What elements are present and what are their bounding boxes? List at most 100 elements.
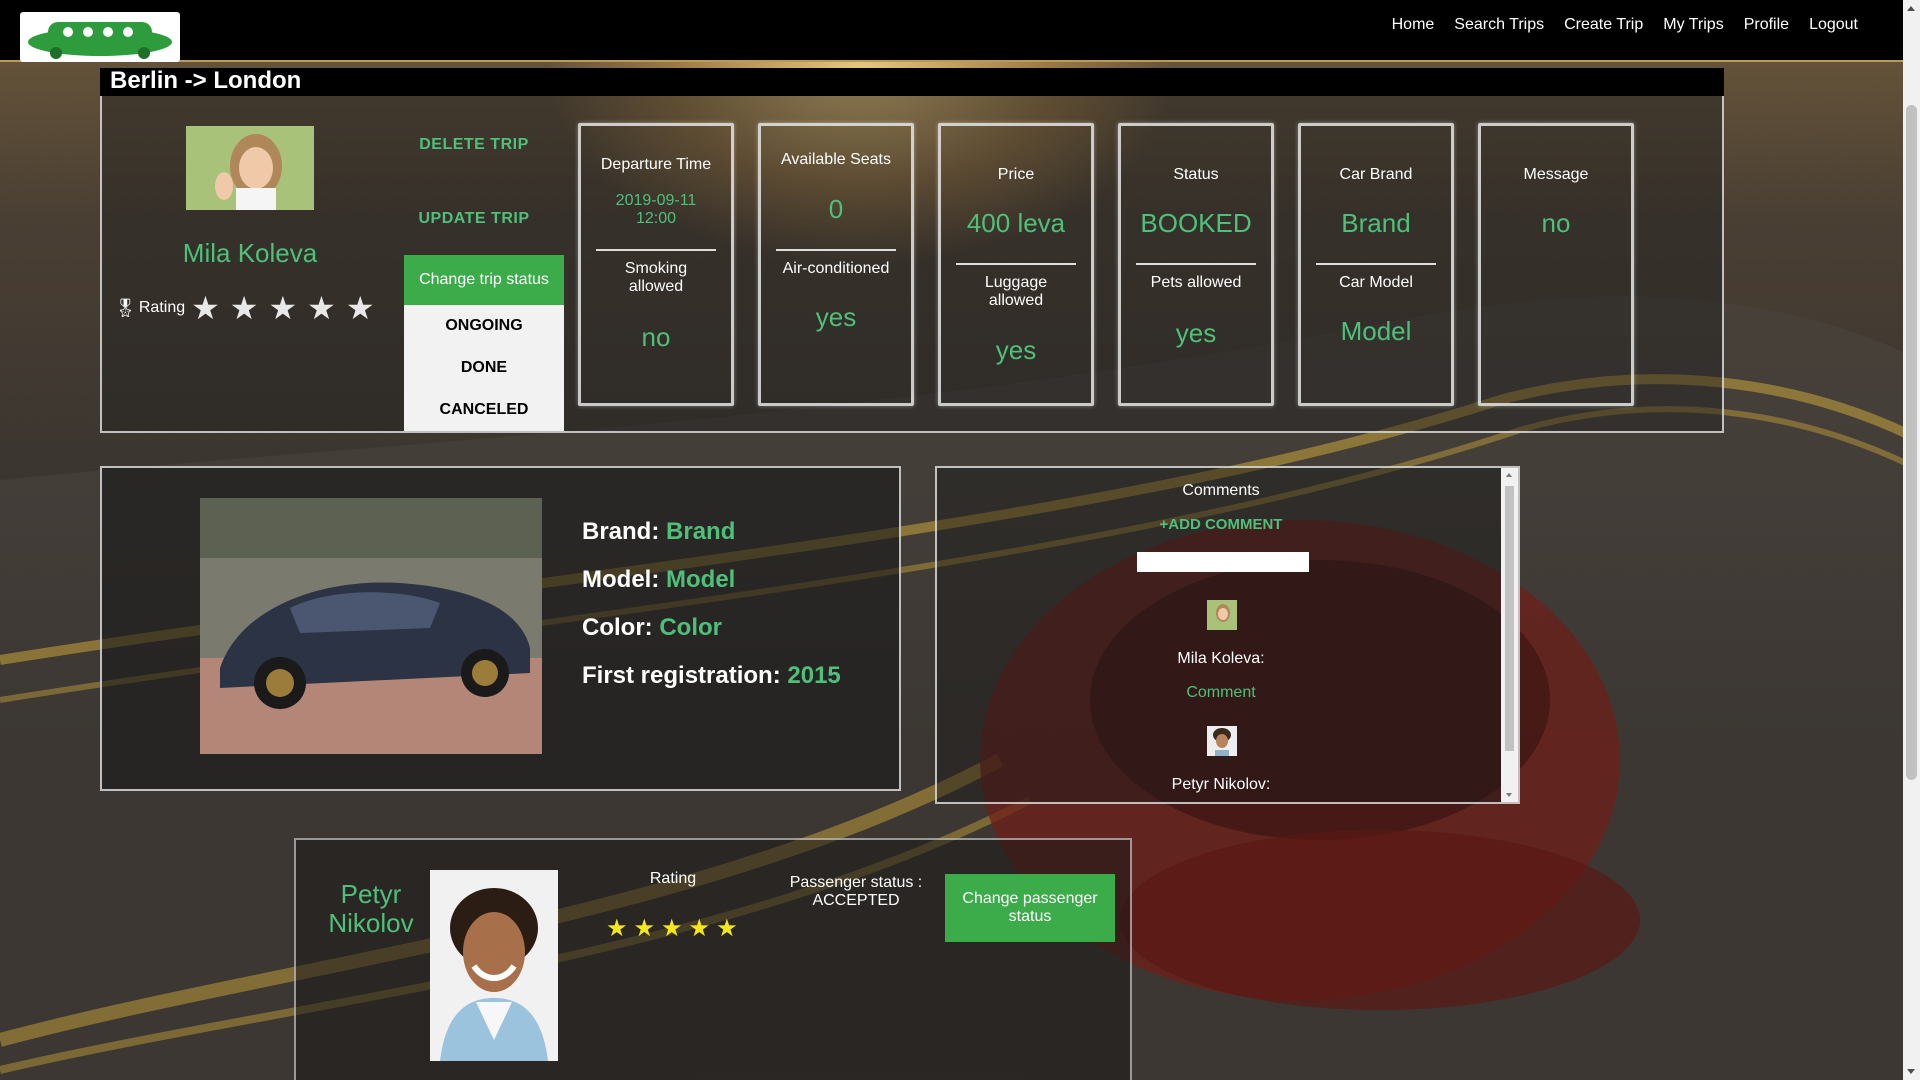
card-label: Price [997, 166, 1035, 183]
trip-title: Berlin -> London [100, 68, 1724, 96]
trip-status-value: BOOKED [1140, 208, 1252, 238]
smoking-value: no [641, 322, 671, 352]
nav-create-trip[interactable]: Create Trip [1564, 14, 1643, 36]
car-model-value: Model [1340, 316, 1412, 346]
page-scrollbar[interactable] [1903, 0, 1920, 1080]
comments-scrollbar-thumb[interactable] [1505, 486, 1514, 751]
rating-star-icon[interactable]: ★ [634, 914, 656, 943]
scroll-down-arrow-icon[interactable] [1506, 793, 1512, 797]
driver-avatar [186, 126, 314, 210]
rating-star-icon[interactable]: ★ [230, 292, 259, 324]
car-brand-text: Brand [666, 518, 736, 545]
nav-profile[interactable]: Profile [1744, 14, 1789, 36]
comment-text: Comment [1186, 684, 1256, 701]
delete-trip-link[interactable]: DELETE TRIP [404, 136, 544, 154]
card-divider [776, 249, 896, 251]
trip-status-options: ONGOING DONE CANCELED [404, 305, 564, 431]
car-photo [200, 498, 542, 754]
card-label: Smoking allowed [624, 260, 688, 295]
card-label: Status [1173, 166, 1219, 183]
nav-links: Home Search Trips Create Trip My Trips P… [1392, 14, 1858, 36]
green-car-logo-icon [28, 22, 172, 59]
status-option-canceled[interactable]: CANCELED [404, 389, 564, 431]
nav-search-trips[interactable]: Search Trips [1454, 14, 1544, 36]
driver-rating: 🎖 Rating ★ ★ ★ ★ ★ [114, 292, 385, 324]
update-trip-link[interactable]: UPDATE TRIP [404, 210, 544, 228]
passenger-status-value: ACCEPTED [812, 892, 900, 909]
passenger-avatar [430, 870, 558, 1061]
passenger-rating-label: Rating [649, 870, 697, 887]
nav-home[interactable]: Home [1392, 14, 1435, 36]
price-card: Price 400 leva Luggage allowed yes [938, 123, 1094, 406]
navbar: Home Search Trips Create Trip My Trips P… [0, 0, 1904, 62]
scroll-down-arrow-icon[interactable] [1907, 1069, 1915, 1074]
air-conditioned-value: yes [815, 302, 857, 332]
rating-star-icon[interactable]: ★ [268, 292, 297, 324]
passenger-first-name: Petyr [340, 879, 402, 909]
passenger-name[interactable]: Petyr Nikolov [318, 880, 424, 938]
scrollbar-thumb[interactable] [1906, 105, 1917, 780]
scroll-up-arrow-icon[interactable] [1907, 6, 1915, 11]
car-registration-text: 2015 [787, 662, 841, 689]
card-divider [1316, 263, 1436, 265]
passenger-status-label: Passenger status : [789, 874, 923, 891]
departure-time-value: 2019-09-11 12:00 [615, 192, 697, 227]
message-value: no [1541, 208, 1571, 238]
rating-star-icon[interactable]: ★ [661, 914, 683, 943]
luggage-value: yes [995, 335, 1037, 365]
comment-author: Petyr Nikolov: [1171, 776, 1271, 793]
card-divider [956, 263, 1076, 265]
car-color-text: Color [659, 614, 722, 641]
change-trip-status-button[interactable]: Change trip status [404, 255, 564, 305]
card-divider [1136, 263, 1256, 265]
car-brand-card: Car Brand Brand Car Model Model [1298, 123, 1454, 406]
car-registration-line: First registration: 2015 [582, 662, 841, 690]
passenger-last-name: Nikolov [328, 908, 414, 938]
nav-logout[interactable]: Logout [1809, 14, 1858, 36]
comments-title: Comments [1182, 482, 1260, 499]
card-label: Car Brand [1339, 166, 1413, 183]
car-model-text: Model [666, 566, 736, 593]
rating-star-icon[interactable]: ★ [346, 292, 375, 324]
card-label: Air-conditioned [782, 260, 890, 277]
passenger-status: Passenger status : ACCEPTED [786, 874, 926, 910]
price-value: 400 leva [966, 208, 1066, 238]
trip-status-dropdown: Change trip status ONGOING DONE CANCELED [404, 255, 564, 431]
driver-rating-label: Rating [138, 299, 186, 316]
car-model-line: Model: Model [582, 566, 735, 594]
change-passenger-status-button[interactable]: Change passenger status [945, 874, 1115, 942]
card-label: Message [1523, 166, 1589, 183]
card-label: Car Model [1339, 274, 1413, 291]
car-brand-line: Brand: Brand [582, 518, 735, 546]
card-label: Pets allowed [1150, 274, 1242, 291]
available-seats-value: 0 [828, 194, 844, 224]
car-brand-value: Brand [1341, 208, 1411, 238]
pets-value: yes [1175, 318, 1217, 348]
comments-scrollbar[interactable] [1501, 468, 1518, 802]
scroll-up-arrow-icon[interactable] [1506, 473, 1512, 477]
status-card: Status BOOKED Pets allowed yes [1118, 123, 1274, 406]
available-seats-card: Available Seats 0 Air-conditioned yes [758, 123, 914, 406]
card-label: Departure Time [600, 156, 712, 173]
card-label: Luggage allowed [984, 274, 1048, 309]
comment-input[interactable] [1137, 552, 1309, 572]
rating-star-icon[interactable]: ★ [689, 914, 711, 943]
medal-icon: 🎖 [114, 297, 137, 318]
driver-name[interactable]: Mila Koleva [150, 238, 350, 269]
status-option-done[interactable]: DONE [404, 347, 564, 389]
car-brand-label: Brand: [582, 518, 660, 545]
passenger-rating-stars: ★ ★ ★ ★ ★ [606, 914, 744, 943]
car-registration-label: First registration: [582, 662, 781, 689]
departure-card: Departure Time 2019-09-11 12:00 Smoking … [578, 123, 734, 406]
rating-star-icon[interactable]: ★ [606, 914, 628, 943]
rating-star-icon[interactable]: ★ [716, 914, 738, 943]
status-option-ongoing[interactable]: ONGOING [404, 305, 564, 347]
comments-panel[interactable]: Comments +ADD COMMENT Mila Koleva: Comme… [935, 466, 1520, 804]
rating-star-icon[interactable]: ★ [191, 292, 220, 324]
comment-avatar [1207, 726, 1237, 756]
car-color-label: Color: [582, 614, 653, 641]
nav-my-trips[interactable]: My Trips [1663, 14, 1723, 36]
home-logo[interactable] [20, 12, 180, 62]
add-comment-link[interactable]: +ADD COMMENT [937, 516, 1505, 533]
rating-star-icon[interactable]: ★ [307, 292, 336, 324]
